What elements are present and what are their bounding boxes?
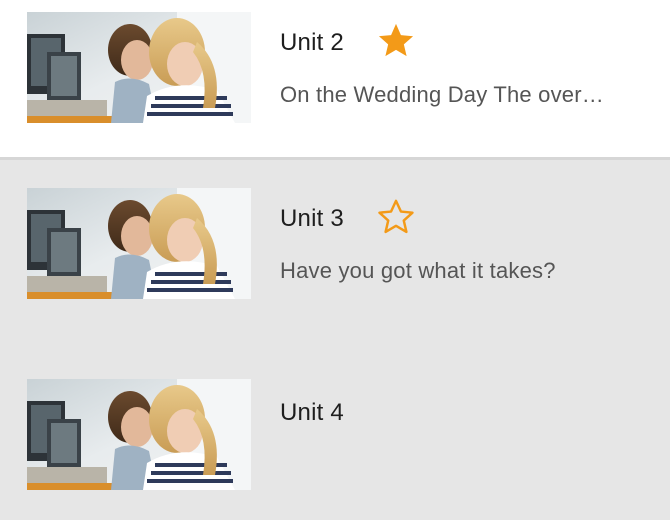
star-filled-icon[interactable] <box>377 22 415 58</box>
unit-description: On the Wedding Day The over… <box>280 82 604 107</box>
unit-title: Unit 2 <box>280 29 344 56</box>
lesson-thumbnail <box>27 12 251 123</box>
lesson-row-unit-2[interactable]: Unit 2 On the Wedding Day The over… <box>0 0 670 160</box>
lesson-list: Unit 2 On the Wedding Day The over… Unit… <box>0 0 670 520</box>
star-outline-icon[interactable] <box>377 198 415 234</box>
unit-title: Unit 4 <box>280 399 344 426</box>
lesson-row-unit-4[interactable]: Unit 4 <box>0 344 670 520</box>
unit-description: Have you got what it takes? <box>280 258 556 283</box>
lesson-thumbnail <box>27 188 251 299</box>
lesson-row-unit-3[interactable]: Unit 3 Have you got what it takes? <box>0 160 670 336</box>
unit-title: Unit 3 <box>280 205 344 232</box>
lesson-thumbnail <box>27 379 251 490</box>
